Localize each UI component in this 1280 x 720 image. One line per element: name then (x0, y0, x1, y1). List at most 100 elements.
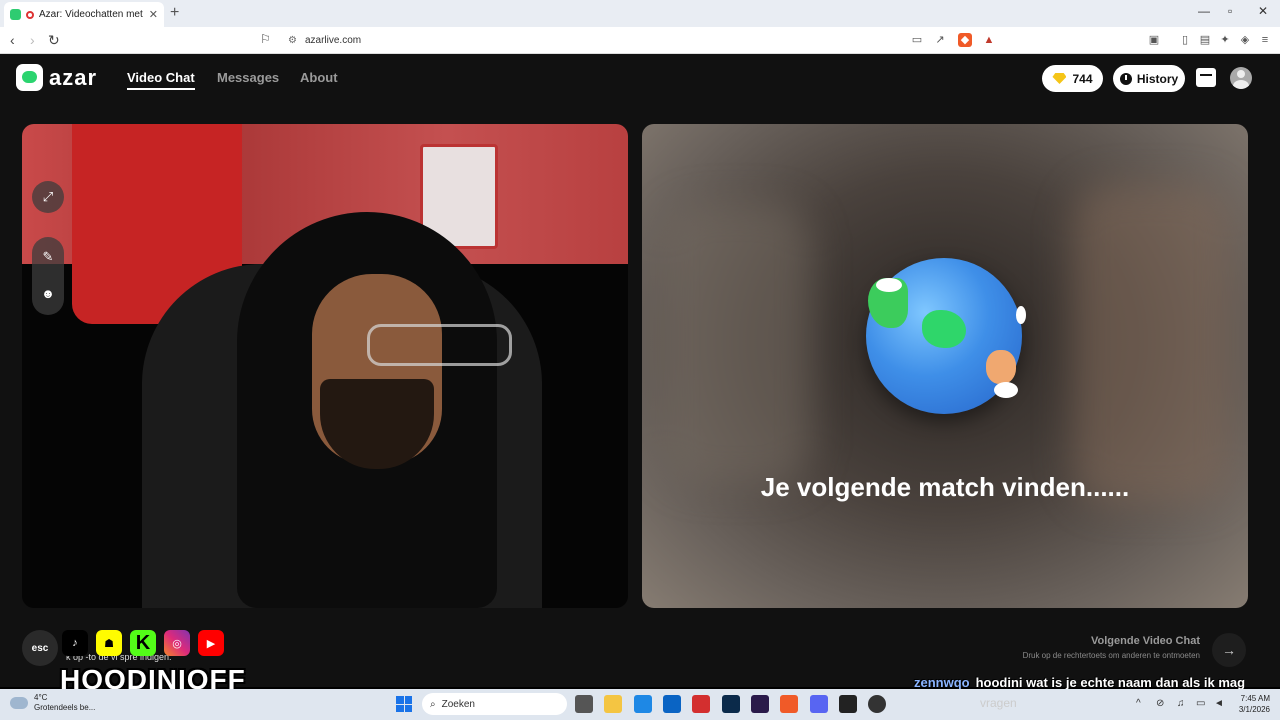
next-chat-subtitle: Druk op de rechtertoets om anderen te on… (1022, 651, 1200, 660)
share-icon[interactable]: ↗ (933, 33, 947, 47)
history-label: History (1136, 71, 1179, 86)
recording-indicator-icon (26, 10, 34, 19)
clock-icon (1119, 72, 1132, 85)
task-view-icon[interactable] (575, 695, 593, 713)
leo-ai-icon[interactable]: ✦ (1218, 33, 1232, 47)
gems-count: 744 (1072, 71, 1093, 86)
search-icon: ⌕ (430, 698, 436, 710)
next-chat-title: Volgende Video Chat (1091, 635, 1200, 647)
shop-icon[interactable] (1196, 68, 1216, 87)
gem-icon (1052, 73, 1067, 84)
chat-message: zennwqo hoodini wat is je echte naam dan … (914, 675, 1245, 690)
globe-land (922, 310, 966, 348)
logo-text: azar (49, 64, 98, 90)
discord-icon[interactable] (810, 695, 828, 713)
face-filter-icon[interactable]: ☻ (32, 277, 64, 309)
profile-avatar[interactable] (1230, 67, 1252, 89)
maximize-button[interactable]: ▫ (1228, 4, 1232, 18)
search-placeholder: Zoeken (441, 698, 475, 710)
next-chat-button[interactable]: → (1212, 633, 1246, 667)
weather-desc: Grotendeels be... (34, 703, 96, 712)
taskbar-clock[interactable]: 7:45 AM 3/1/2026 (1230, 693, 1270, 715)
azar-logo[interactable]: azar (16, 64, 97, 91)
gems-button[interactable]: 744 (1042, 65, 1103, 92)
chat-username: zennwqo (914, 675, 970, 690)
weather-temp: 4°C (34, 693, 48, 702)
camera-tools: ⤢ ✎ ☻ (32, 181, 64, 315)
globe-icon (866, 258, 1026, 414)
browser-tab[interactable]: Azar: Videochatten met nieuw ✕ (4, 2, 164, 27)
brave-browser-icon[interactable] (780, 695, 798, 713)
sidebar-icon[interactable]: ▯ (1178, 33, 1192, 47)
forward-icon[interactable]: › (30, 32, 35, 48)
magic-wand-icon[interactable]: ✎ (32, 241, 64, 273)
effects-group: ✎ ☻ (32, 237, 64, 315)
back-icon[interactable]: ‹ (10, 32, 15, 48)
reload-icon[interactable]: ↻ (48, 32, 60, 49)
azar-app-icon[interactable] (839, 695, 857, 713)
site-info-icon[interactable]: ⚙ (288, 35, 297, 46)
azar-page: azar Video Chat Messages About 744 Histo… (0, 54, 1280, 687)
weather-widget[interactable]: 4°C Grotendeels be... (10, 693, 95, 713)
social-icons: ♪ ☗ K ◎ ▶ (62, 630, 224, 656)
wallet-icon[interactable]: ▤ (1198, 33, 1212, 47)
file-explorer-icon[interactable] (604, 695, 622, 713)
blurred-shape (1072, 184, 1232, 504)
volume-icon[interactable]: ◄ (1214, 698, 1224, 709)
kick-icon: K (130, 630, 156, 656)
address-bar[interactable]: ⚙ azarlive.com (282, 31, 997, 50)
clock-time: 7:45 AM (1240, 694, 1270, 703)
chat-text: hoodini wat is je echte naam dan als ik … (975, 675, 1246, 690)
cast-icon[interactable]: ▭ (910, 33, 924, 47)
browser-tab-bar: Azar: Videochatten met nieuw ✕ + — ▫ ✕ (0, 0, 1280, 27)
premiere-icon[interactable] (751, 695, 769, 713)
globe-cloud (1016, 306, 1026, 324)
new-tab-button[interactable]: + (170, 4, 179, 22)
photoshop-icon[interactable] (722, 695, 740, 713)
azar-logo-icon (16, 64, 43, 91)
close-window-button[interactable]: ✕ (1258, 4, 1268, 18)
esc-button[interactable]: esc (22, 630, 58, 666)
obs-icon[interactable] (868, 695, 886, 713)
tab-search-icon[interactable]: ▣ (1147, 33, 1161, 47)
network-icon[interactable]: ⊘ (1156, 698, 1164, 709)
local-camera-view (22, 124, 628, 608)
microphone-icon[interactable]: ♫ (1177, 698, 1185, 709)
menu-icon[interactable]: ≡ (1258, 33, 1272, 47)
url-text: azarlive.com (304, 35, 362, 46)
tab-close-icon[interactable]: ✕ (149, 8, 158, 21)
history-button[interactable]: History (1113, 65, 1185, 92)
globe-cloud (994, 382, 1018, 398)
windows-start-icon[interactable] (396, 696, 412, 712)
brave-shield-icon[interactable]: ◆ (958, 33, 972, 47)
tray-chevron-icon[interactable]: ^ (1136, 698, 1141, 709)
vpn-icon[interactable]: ◈ (1238, 33, 1252, 47)
azar-favicon-icon (10, 9, 21, 20)
nav-video-chat[interactable]: Video Chat (127, 70, 195, 90)
store-icon[interactable] (634, 695, 652, 713)
brave-rewards-icon[interactable]: ▲ (982, 33, 996, 47)
globe-cloud (876, 278, 902, 292)
snapchat-icon: ☗ (96, 630, 122, 656)
blurred-shape (662, 204, 812, 484)
match-search-panel: Je volgende match vinden...... (642, 124, 1248, 608)
instagram-icon: ◎ (164, 630, 190, 656)
clock-date: 3/1/2026 (1238, 705, 1270, 714)
nav-about[interactable]: About (300, 70, 338, 85)
windows-taskbar: 4°C Grotendeels be... ⌕ Zoeken vragen ^ … (0, 689, 1280, 720)
taskbar-search[interactable]: ⌕ Zoeken (422, 693, 567, 715)
bookmark-icon[interactable]: ⚐ (260, 32, 271, 46)
youtube-icon: ▶ (198, 630, 224, 656)
overlay-text: vragen (980, 696, 1017, 710)
tab-title: Azar: Videochatten met nieuw (39, 9, 144, 20)
tiktok-icon: ♪ (62, 630, 88, 656)
next-chat-info: Volgende Video Chat Druk op de rechterto… (1023, 635, 1200, 660)
cloud-icon (10, 697, 28, 709)
display-icon[interactable]: ▭ (1196, 698, 1205, 709)
expand-icon[interactable]: ⤢ (32, 181, 64, 213)
nav-messages[interactable]: Messages (217, 70, 279, 85)
minimize-button[interactable]: — (1198, 4, 1210, 18)
person-glasses (367, 324, 512, 366)
acrobat-icon[interactable] (692, 695, 710, 713)
outlook-icon[interactable] (663, 695, 681, 713)
